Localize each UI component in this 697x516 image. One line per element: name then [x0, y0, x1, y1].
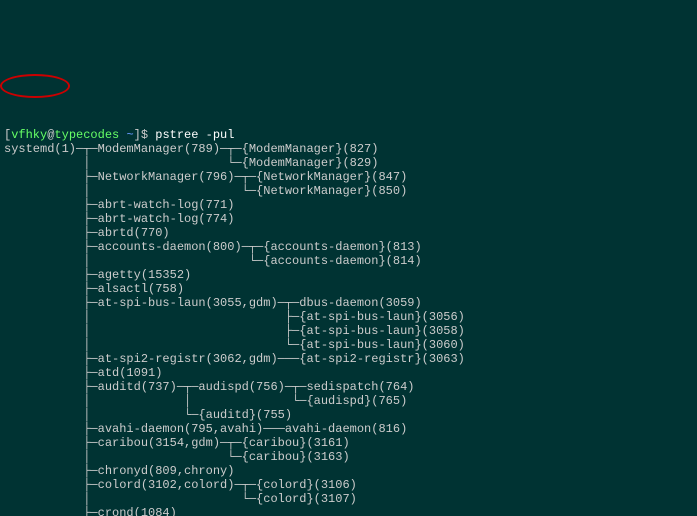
prompt-sep: $: [141, 128, 148, 142]
terminal-content[interactable]: [vfhky@typecodes ~]$ pstree -pul systemd…: [0, 112, 697, 516]
pstree-output: systemd(1)─┬─ModemManager(789)─┬─{ModemM…: [4, 142, 623, 516]
prompt-line: [vfhky@typecodes ~]$ pstree -pul: [4, 128, 234, 142]
terminal-window: [vfhky@typecodes ~]$ pstree -pul systemd…: [0, 70, 697, 516]
command-text: pstree -pul: [155, 128, 234, 142]
prompt-path: ~: [126, 128, 133, 142]
prompt-user: vfhky: [11, 128, 47, 142]
annotation-ellipse-systemd: [0, 74, 70, 98]
prompt-host: typecodes: [54, 128, 119, 142]
